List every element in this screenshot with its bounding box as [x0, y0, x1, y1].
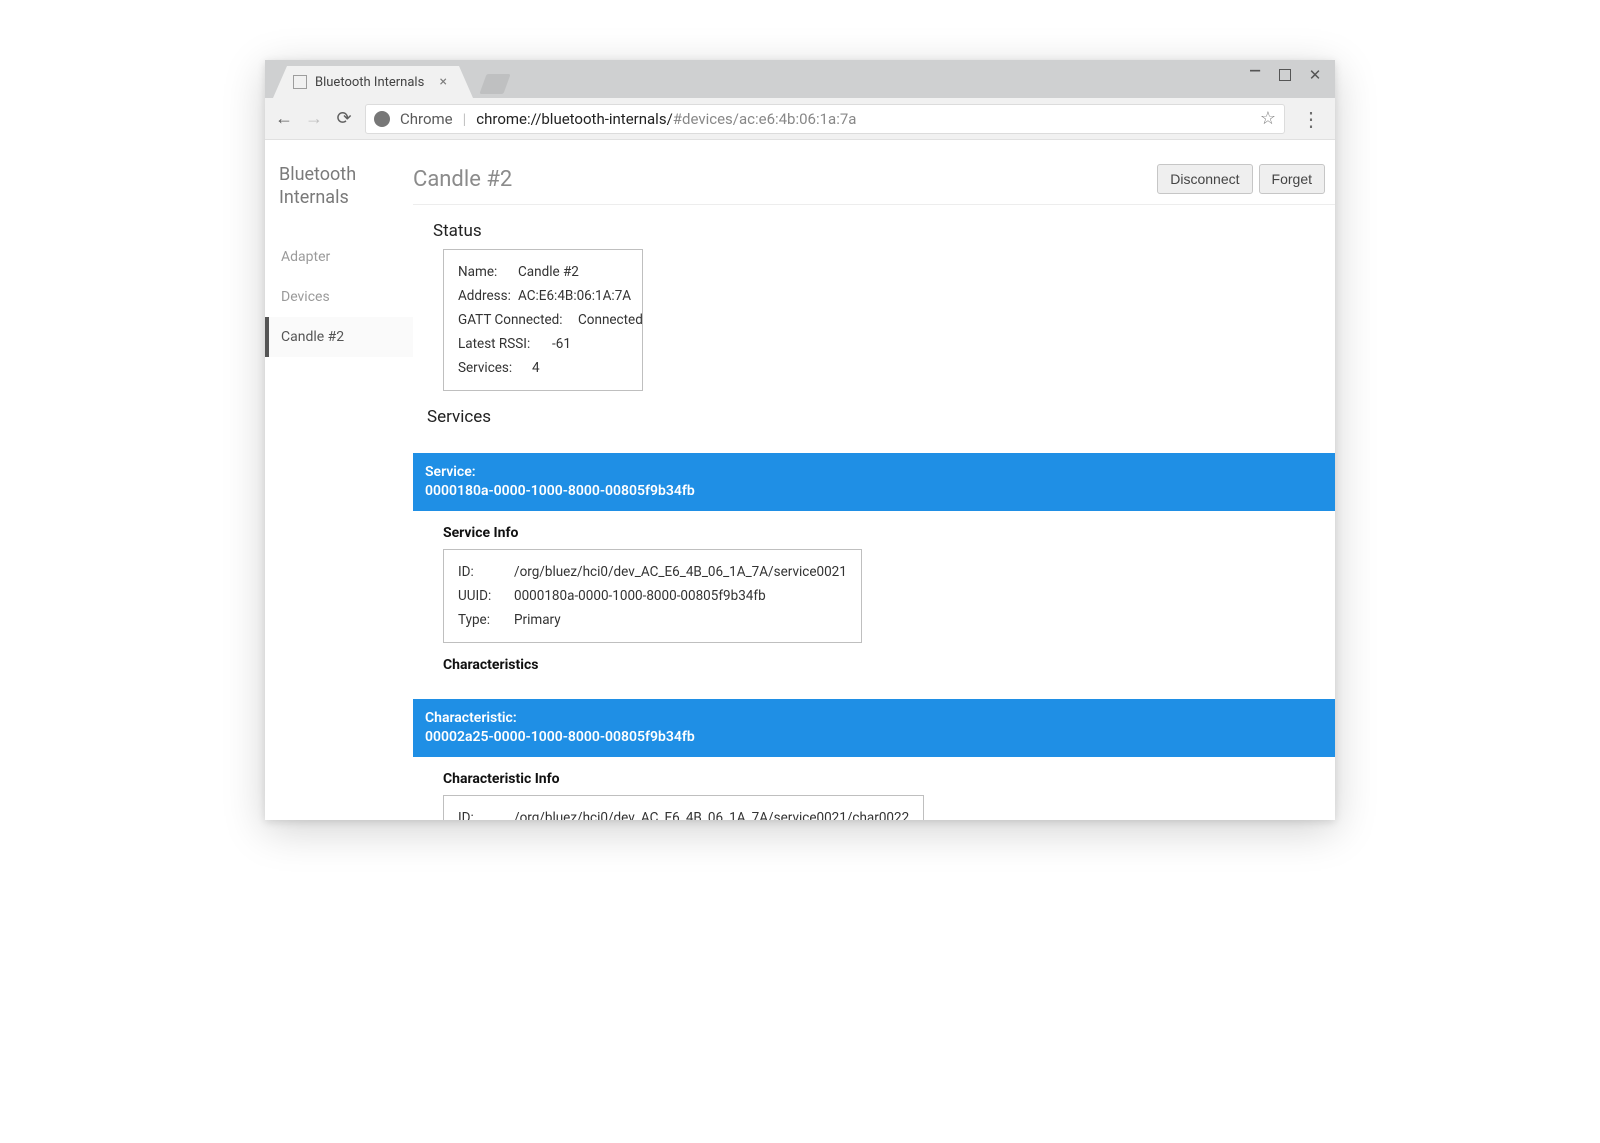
window-controls: — ✕ — [1245, 66, 1325, 84]
url-path: #devices/ac:e6:4b:06:1a:7a — [673, 110, 857, 128]
char-id-value: /org/bluez/hci0/dev_AC_E6_4B_06_1A_7A/se… — [514, 810, 909, 820]
service-id-value: /org/bluez/hci0/dev_AC_E6_4B_06_1A_7A/se… — [514, 564, 847, 580]
status-address-value: AC:E6:4B:06:1A:7A — [518, 288, 631, 304]
browser-tab[interactable]: Bluetooth Internals × — [273, 66, 473, 98]
service-uuid-value: 0000180a-0000-1000-8000-00805f9b34fb — [514, 588, 766, 604]
status-services-label: Services: — [458, 360, 524, 376]
sidebar-item-candle-2[interactable]: Candle #2 — [265, 317, 413, 357]
sidebar-brand: Bluetooth Internals — [265, 164, 413, 237]
tab-title: Bluetooth Internals — [315, 75, 424, 90]
minimize-icon[interactable]: — — [1245, 62, 1265, 80]
main-panel: Candle #2 Disconnect Forget Status Name:… — [413, 140, 1335, 820]
status-row-address: Address: AC:E6:4B:06:1A:7A — [458, 284, 628, 308]
tab-strip: Bluetooth Internals × — ✕ — [265, 60, 1335, 98]
url-scheme: Chrome — [400, 110, 453, 128]
status-name-value: Candle #2 — [518, 264, 579, 280]
main-header: Candle #2 Disconnect Forget — [413, 164, 1335, 205]
char-id-label: ID: — [458, 810, 502, 820]
status-box: Name: Candle #2 Address: AC:E6:4B:06:1A:… — [443, 249, 643, 391]
status-gatt-label: GATT Connected: — [458, 312, 570, 328]
status-row-gatt: GATT Connected: Connected — [458, 308, 628, 332]
page-icon — [293, 75, 307, 89]
status-rssi-label: Latest RSSI: — [458, 336, 544, 352]
characteristics-heading: Characteristics — [413, 643, 1335, 681]
forget-button[interactable]: Forget — [1259, 164, 1325, 194]
status-services-value: 4 — [532, 360, 540, 376]
status-heading: Status — [413, 205, 1335, 249]
status-row-services: Services: 4 — [458, 356, 628, 380]
disconnect-button[interactable]: Disconnect — [1157, 164, 1252, 194]
reload-icon[interactable]: ⟳ — [335, 108, 353, 129]
status-address-label: Address: — [458, 288, 510, 304]
characteristic-banner[interactable]: Characteristic: 00002a25-0000-1000-8000-… — [413, 699, 1335, 757]
close-tab-icon[interactable]: × — [440, 74, 447, 90]
characteristic-banner-title: Characteristic: — [425, 709, 1323, 728]
sidebar: Bluetooth Internals Adapter Devices Cand… — [265, 140, 413, 820]
service-type-label: Type: — [458, 612, 502, 628]
services-heading: Services — [413, 391, 1335, 435]
content-area: Bluetooth Internals Adapter Devices Cand… — [265, 140, 1335, 820]
header-buttons: Disconnect Forget — [1157, 164, 1325, 194]
service-info-box: ID: /org/bluez/hci0/dev_AC_E6_4B_06_1A_7… — [443, 549, 862, 643]
browser-window: Bluetooth Internals × — ✕ ← → ⟳ Chrome |… — [265, 60, 1335, 820]
url-divider: | — [463, 110, 467, 128]
status-name-label: Name: — [458, 264, 510, 280]
characteristic-banner-uuid: 00002a25-0000-1000-8000-00805f9b34fb — [425, 728, 1323, 747]
site-info-icon[interactable] — [374, 111, 390, 127]
service-banner-uuid: 0000180a-0000-1000-8000-00805f9b34fb — [425, 482, 1323, 501]
status-gatt-value: Connected — [578, 312, 643, 328]
maximize-icon[interactable] — [1279, 69, 1291, 81]
new-tab-button[interactable] — [479, 74, 510, 94]
page-title: Candle #2 — [413, 167, 512, 192]
service-uuid-label: UUID: — [458, 588, 502, 604]
sidebar-item-adapter[interactable]: Adapter — [265, 237, 413, 277]
brand-line2: Internals — [279, 187, 349, 208]
toolbar: ← → ⟳ Chrome | chrome://bluetooth-intern… — [265, 98, 1335, 140]
service-info-heading: Service Info — [413, 511, 1335, 549]
address-bar[interactable]: Chrome | chrome://bluetooth-internals/#d… — [365, 104, 1285, 134]
status-rssi-value: -61 — [552, 336, 571, 352]
status-row-name: Name: Candle #2 — [458, 260, 628, 284]
url-host: chrome://bluetooth-internals/ — [476, 110, 672, 128]
sidebar-item-devices[interactable]: Devices — [265, 277, 413, 317]
status-row-rssi: Latest RSSI: -61 — [458, 332, 628, 356]
service-banner-title: Service: — [425, 463, 1323, 482]
back-icon[interactable]: ← — [275, 108, 293, 129]
service-id-label: ID: — [458, 564, 502, 580]
service-banner[interactable]: Service: 0000180a-0000-1000-8000-00805f9… — [413, 453, 1335, 511]
forward-icon[interactable]: → — [305, 108, 323, 129]
characteristic-info-box: ID: /org/bluez/hci0/dev_AC_E6_4B_06_1A_7… — [443, 795, 924, 820]
close-window-icon[interactable]: ✕ — [1305, 66, 1325, 84]
bookmark-star-icon[interactable]: ☆ — [1260, 108, 1276, 129]
brand-line1: Bluetooth — [279, 164, 356, 185]
menu-icon[interactable]: ⋮ — [1297, 107, 1325, 131]
characteristic-info-heading: Characteristic Info — [413, 757, 1335, 795]
service-type-value: Primary — [514, 612, 561, 628]
